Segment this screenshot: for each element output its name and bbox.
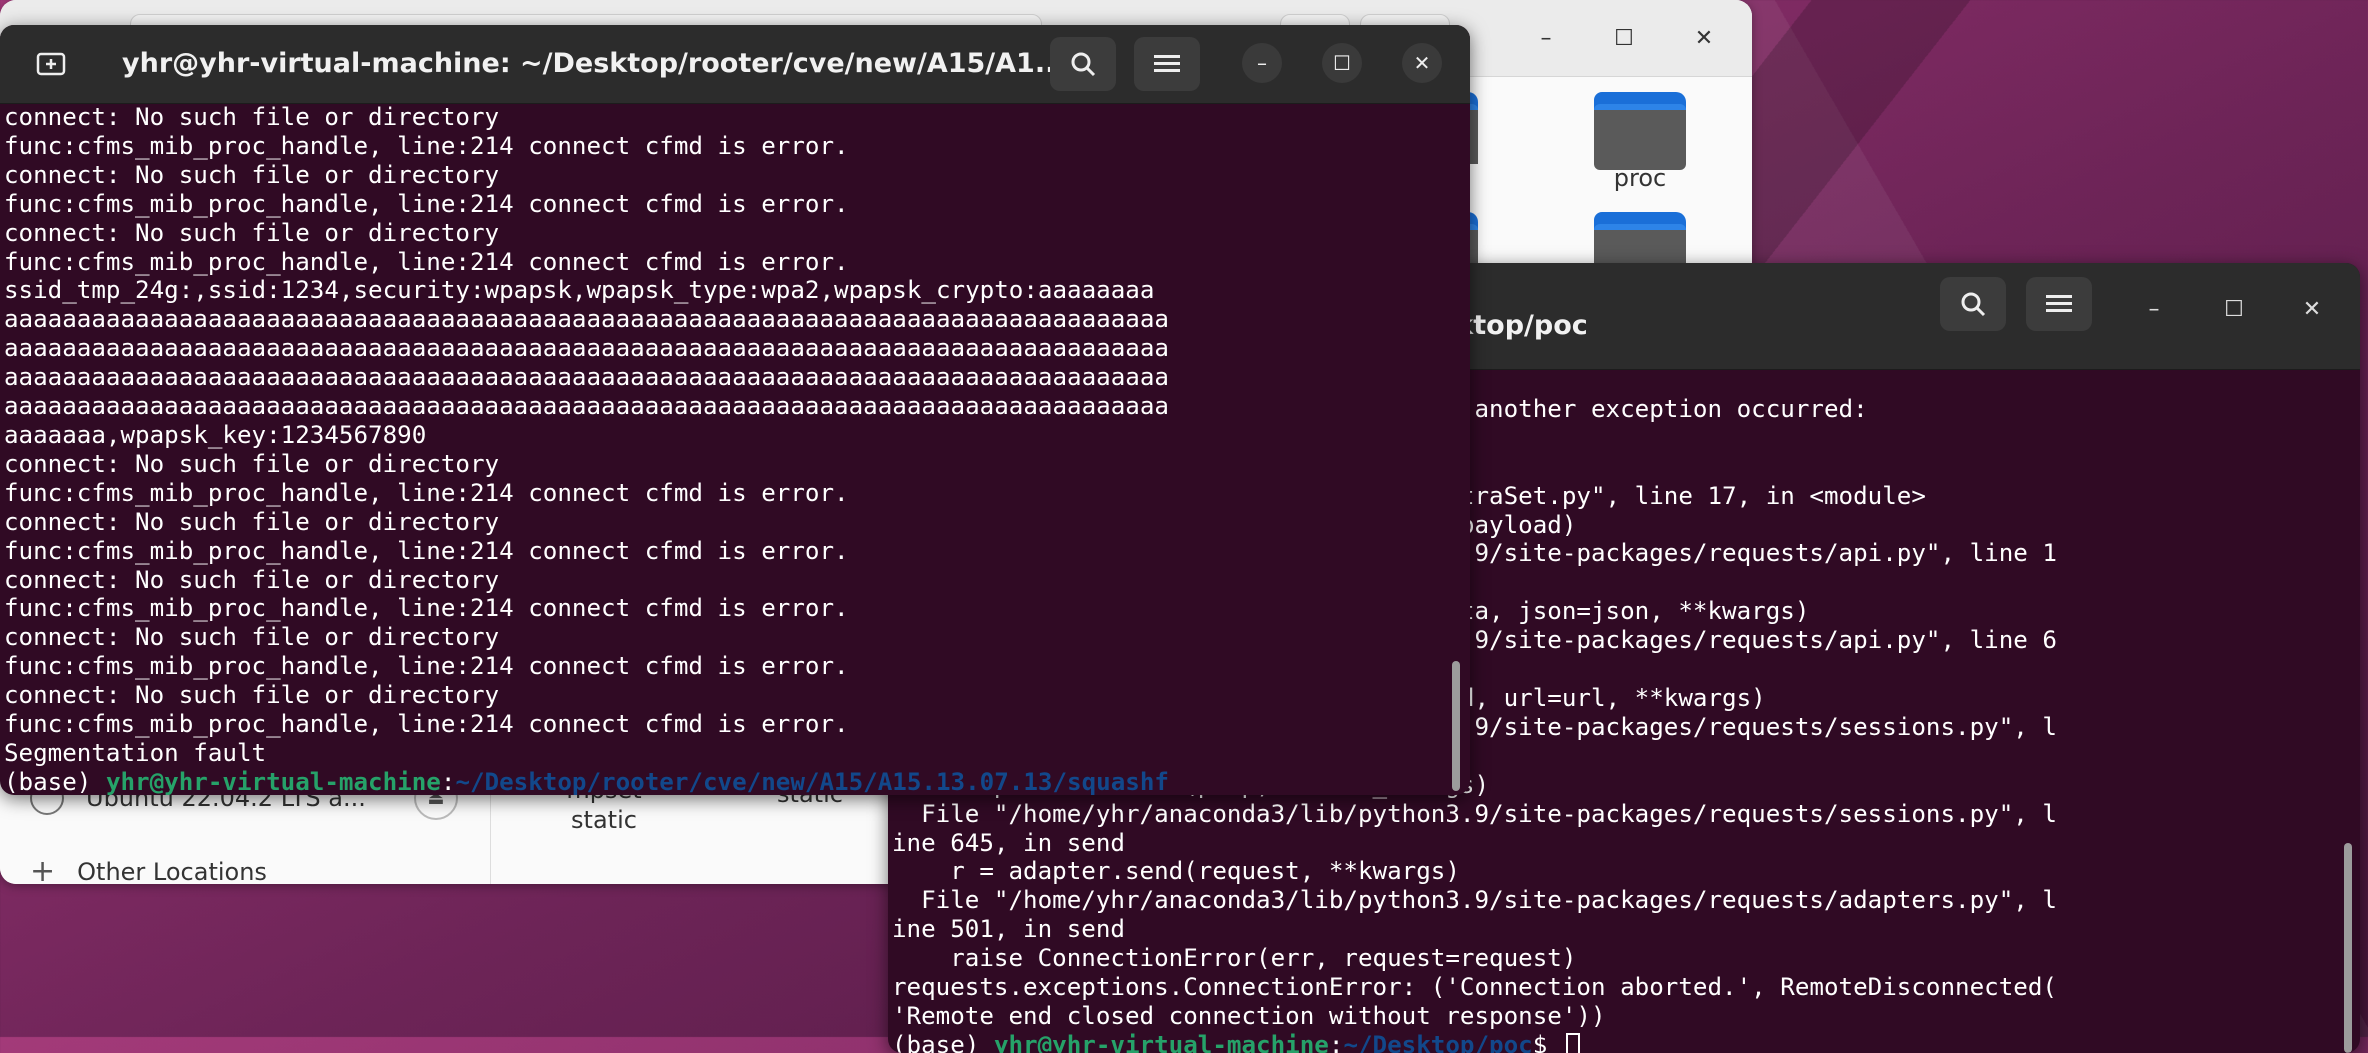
menu-button[interactable] [1134,37,1200,91]
terminal-line: func:cfms_mib_proc_handle, line:214 conn… [4,594,849,623]
prompt-separator: : [440,767,456,795]
terminal-line: func:cfms_mib_proc_handle, line:214 conn… [4,247,849,276]
terminal-line: func:cfms_mib_proc_handle, line:214 conn… [4,536,849,565]
new-tab-button[interactable] [16,39,86,87]
sidebar-item-label: Other Locations [77,857,267,885]
hamburger-icon [1154,55,1180,72]
prompt-path: ~/Desktop/poc [1343,1030,1533,1053]
terminal-line: connect: No such file or directory [4,681,500,710]
maximize-button[interactable]: ☐ [1322,43,1362,83]
terminal-line: 'Remote end closed connection without re… [892,1001,1606,1030]
terminal-line: connect: No such file or directory [4,103,500,131]
terminal-line: raise ConnectionError(err, request=reque… [892,944,1577,973]
terminal-titlebar[interactable]: yhr@yhr-virtual-machine: ~/Desktop/roote… [0,25,1470,104]
prompt-path: ~/Desktop/rooter/cve/new/A15/A15.13.07.1… [455,767,1169,795]
terminal-line: func:cfms_mib_proc_handle, line:214 conn… [4,478,849,507]
terminal-line: r = adapter.send(request, **kwargs) [892,857,1460,886]
terminal-line: aaaaaaaaaaaaaaaaaaaaaaaaaaaaaaaaaaaaaaaa… [4,392,1169,421]
file-label-static[interactable]: static [554,806,654,834]
sidebar-item-other-locations[interactable]: + Other Locations [30,854,267,884]
terminal-line: func:cfms_mib_proc_handle, line:214 conn… [4,189,849,218]
terminal-line: aaaaaaaaaaaaaaaaaaaaaaaaaaaaaaaaaaaaaaaa… [4,305,1169,334]
terminal-line: connect: No such file or directory [4,218,500,247]
text-cursor[interactable] [1565,1032,1580,1053]
terminal-line: aaaaaaaaaaaaaaaaaaaaaaaaaaaaaaaaaaaaaaaa… [4,363,1169,392]
maximize-button[interactable]: ☐ [1604,18,1644,58]
prompt-env: (base) [892,1030,994,1053]
terminal-line: ine 645, in send [892,828,1125,857]
prompt-user: yhr@yhr-virtual-machine [993,1030,1329,1053]
search-button[interactable] [1050,37,1116,91]
search-button[interactable] [1940,277,2006,331]
window-title: yhr@yhr-virtual-machine: ~/Desktop/roote… [122,48,1066,79]
plus-icon: + [30,854,56,884]
folder-label-proc[interactable]: proc [1580,164,1700,192]
search-icon [1071,52,1096,77]
terminal-line: connect: No such file or directory [4,507,500,536]
terminal-line: Segmentation fault [4,738,267,767]
terminal-line: requests.exceptions.ConnectionError: ('C… [892,973,2057,1002]
minimize-button[interactable]: – [1242,43,1282,83]
terminal-line: connect: No such file or directory [4,160,500,189]
terminal-line: func:cfms_mib_proc_handle, line:214 conn… [4,131,849,160]
prompt-env: (base) [4,767,106,795]
terminal-line: func:cfms_mib_proc_handle, line:214 conn… [4,710,849,739]
new-tab-icon [36,52,66,76]
search-icon [1961,292,1986,317]
terminal-line: func:cfms_mib_proc_handle, line:214 conn… [4,652,849,681]
menu-button[interactable] [2026,277,2092,331]
terminal-line: connect: No such file or directory [4,623,500,652]
minimize-button[interactable]: – [1526,18,1566,58]
prompt-symbol: $ [1532,1030,1562,1053]
terminal-line: File "/home/yhr/anaconda3/lib/python3.9/… [892,799,2057,828]
terminal-line: connect: No such file or directory [4,449,500,478]
terminal-line: aaaaaaaaaaaaaaaaaaaaaaaaaaaaaaaaaaaaaaaa… [4,334,1169,363]
close-button[interactable]: ✕ [2292,289,2332,329]
terminal-line: ssid_tmp_24g:,ssid:1234,security:wpapsk,… [4,276,1155,305]
terminal-line: File "/home/yhr/anaconda3/lib/python3.9/… [892,886,2057,915]
terminal-output: connect: No such file or directory func:… [4,103,1169,795]
prompt-user: yhr@yhr-virtual-machine [105,767,441,795]
scrollbar[interactable] [2344,843,2352,1053]
close-button[interactable]: ✕ [1684,18,1724,58]
prompt-separator: : [1328,1030,1344,1053]
terminal-window-rooter[interactable]: yhr@yhr-virtual-machine: ~/Desktop/roote… [0,25,1470,795]
maximize-button[interactable]: ☐ [2214,289,2254,329]
scrollbar[interactable] [1452,661,1460,791]
terminal-line: connect: No such file or directory [4,565,500,594]
close-button[interactable]: ✕ [1402,43,1442,83]
terminal-line: aaaaaaa,wpapsk_key:1234567890 [4,420,427,449]
minimize-button[interactable]: – [2134,289,2174,329]
terminal-line: ine 501, in send [892,915,1125,944]
hamburger-icon [2046,295,2072,312]
folder-icon[interactable] [1594,92,1690,170]
